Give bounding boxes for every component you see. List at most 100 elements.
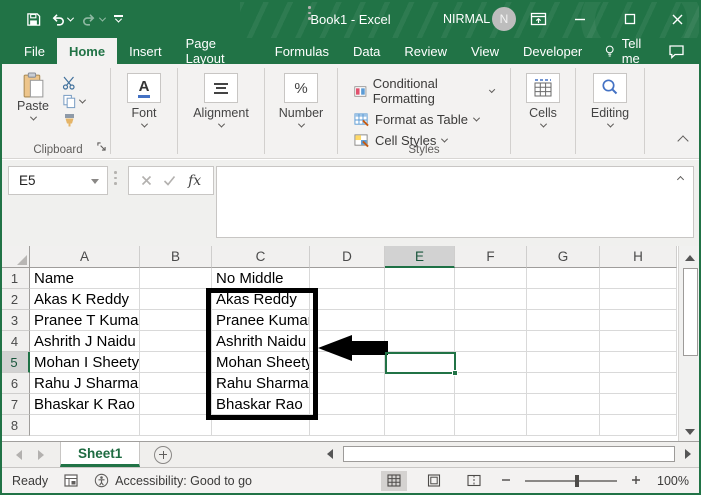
cell-E3[interactable] — [385, 310, 455, 331]
cell-E4[interactable] — [385, 331, 455, 352]
select-all-corner[interactable] — [0, 246, 30, 268]
account-name[interactable]: NIRMAL — [443, 12, 490, 26]
row-header-8[interactable]: 8 — [0, 415, 30, 436]
tab-page-layout[interactable]: Page Layout — [174, 36, 263, 66]
cell-G8[interactable] — [527, 415, 600, 436]
cell-C3[interactable]: Pranee Kumar — [212, 310, 310, 331]
conditional-formatting-button[interactable]: Conditional Formatting — [354, 76, 496, 106]
cell-F5[interactable] — [455, 352, 527, 373]
row-header-7[interactable]: 7 — [0, 394, 30, 415]
paste-button[interactable]: Paste — [12, 72, 54, 127]
cell-E8[interactable] — [385, 415, 455, 436]
horizontal-scrollbar[interactable] — [322, 444, 696, 464]
tab-home[interactable]: Home — [56, 38, 118, 64]
tab-review[interactable]: Review — [392, 38, 459, 64]
tab-scrollbar-grip[interactable] — [308, 6, 311, 20]
cell-A1[interactable]: Name — [30, 268, 140, 289]
cell-A2[interactable]: Akas K Reddy — [30, 289, 140, 310]
new-sheet-button[interactable] — [154, 445, 173, 464]
accessibility-status[interactable]: Accessibility: Good to go — [94, 473, 252, 488]
scroll-down-button[interactable] — [685, 423, 695, 441]
cut-button[interactable] — [62, 76, 85, 90]
row-header-4[interactable]: 4 — [0, 331, 30, 352]
row-header-6[interactable]: 6 — [0, 373, 30, 394]
normal-view-button[interactable] — [381, 470, 407, 491]
cell-C7[interactable]: Bhaskar Rao — [212, 394, 310, 415]
cell-A8[interactable] — [30, 415, 140, 436]
column-header-B[interactable]: B — [140, 246, 212, 268]
zoom-slider-handle[interactable] — [574, 474, 579, 487]
cell-C6[interactable]: Rahu Sharma — [212, 373, 310, 394]
cell-C1[interactable]: No Middle — [212, 268, 310, 289]
cell-G6[interactable] — [527, 373, 600, 394]
tab-insert[interactable]: Insert — [117, 38, 174, 64]
horizontal-scrollbar-thumb[interactable] — [343, 446, 675, 462]
cell-D8[interactable] — [310, 415, 385, 436]
active-cell-selection[interactable] — [385, 352, 458, 376]
scroll-right-button[interactable] — [680, 449, 696, 459]
cell-A5[interactable]: Mohan I Sheety — [30, 352, 140, 373]
format-as-table-button[interactable]: Format as Table — [354, 112, 494, 127]
minimize-button[interactable] — [567, 8, 593, 30]
cell-B8[interactable] — [140, 415, 212, 436]
cell-F1[interactable] — [455, 268, 527, 289]
clipboard-dialog-launcher[interactable] — [97, 138, 106, 156]
cell-G4[interactable] — [527, 331, 600, 352]
zoom-level[interactable]: 100% — [655, 474, 689, 488]
cells-group-button[interactable]: Cells — [517, 68, 569, 128]
cell-B6[interactable] — [140, 373, 212, 394]
cell-H6[interactable] — [600, 373, 677, 394]
cell-D6[interactable] — [310, 373, 385, 394]
column-header-C[interactable]: C — [212, 246, 310, 268]
confirm-entry-icon[interactable] — [163, 175, 176, 186]
insert-function-button[interactable]: fx — [188, 173, 201, 189]
cell-A6[interactable]: Rahu J Sharma — [30, 373, 140, 394]
cell-H1[interactable] — [600, 268, 677, 289]
cell-G7[interactable] — [527, 394, 600, 415]
cell-B7[interactable] — [140, 394, 212, 415]
sheet-tab-sheet1[interactable]: Sheet1 — [60, 442, 141, 467]
tab-developer[interactable]: Developer — [511, 38, 594, 64]
cell-G3[interactable] — [527, 310, 600, 331]
page-layout-view-button[interactable] — [421, 471, 447, 491]
cell-F8[interactable] — [455, 415, 527, 436]
tab-file[interactable]: File — [12, 38, 57, 64]
column-header-A[interactable]: A — [30, 246, 140, 268]
ribbon-display-options-button[interactable] — [525, 8, 551, 30]
tab-formulas[interactable]: Formulas — [263, 38, 341, 64]
cell-B4[interactable] — [140, 331, 212, 352]
cell-B3[interactable] — [140, 310, 212, 331]
tab-data[interactable]: Data — [341, 38, 392, 64]
column-header-G[interactable]: G — [527, 246, 600, 268]
cell-H4[interactable] — [600, 331, 677, 352]
cell-B2[interactable] — [140, 289, 212, 310]
cell-H3[interactable] — [600, 310, 677, 331]
cell-E1[interactable] — [385, 268, 455, 289]
vertical-scrollbar-thumb[interactable] — [682, 268, 698, 356]
cell-H2[interactable] — [600, 289, 677, 310]
cell-C4[interactable]: Ashrith Naidu — [212, 331, 310, 352]
editing-group-button[interactable]: Editing — [582, 68, 638, 128]
close-button[interactable] — [664, 8, 690, 30]
cell-D2[interactable] — [310, 289, 385, 310]
cell-C5[interactable]: Mohan Sheety — [212, 352, 310, 373]
alignment-group-button[interactable]: Alignment — [184, 68, 258, 128]
cell-F3[interactable] — [455, 310, 527, 331]
formula-bar-input[interactable] — [216, 166, 694, 238]
row-header-3[interactable]: 3 — [0, 310, 30, 331]
name-box[interactable]: E5 — [8, 166, 108, 195]
cell-C2[interactable]: Akas Reddy — [212, 289, 310, 310]
scroll-up-button[interactable] — [685, 246, 695, 264]
page-break-preview-button[interactable] — [461, 471, 487, 491]
row-header-1[interactable]: 1 — [0, 268, 30, 289]
cell-E7[interactable] — [385, 394, 455, 415]
cell-G5[interactable] — [527, 352, 600, 373]
column-header-D[interactable]: D — [310, 246, 385, 268]
row-header-2[interactable]: 2 — [0, 289, 30, 310]
row-header-5[interactable]: 5 — [0, 352, 30, 373]
scroll-left-button[interactable] — [322, 449, 338, 459]
column-header-E[interactable]: E — [385, 246, 455, 268]
zoom-in-button[interactable] — [631, 472, 641, 489]
maximize-button[interactable] — [617, 8, 643, 30]
zoom-out-button[interactable] — [501, 472, 511, 489]
